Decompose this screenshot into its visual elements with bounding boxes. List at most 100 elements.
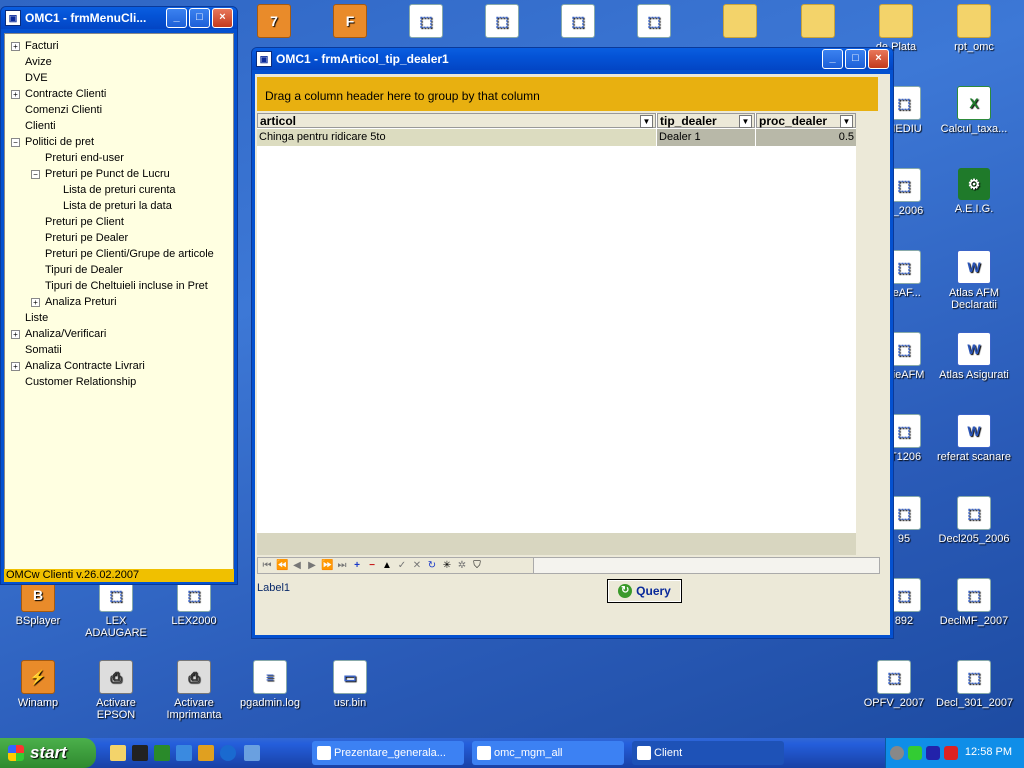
tree-item[interactable]: Tipuri de Dealer <box>45 262 123 278</box>
next-page-icon[interactable]: ⏩ <box>321 560 333 571</box>
horizontal-scrollbar[interactable] <box>533 557 880 574</box>
desktop-icon[interactable]: ⎙ Activare Imprimanta <box>156 660 232 721</box>
cmd-quicklaunch-icon[interactable] <box>132 745 148 761</box>
desktop-icon[interactable]: rpt_omc <box>936 4 1012 53</box>
close-button[interactable]: × <box>212 8 233 28</box>
taskbar-item[interactable]: omc_mgm_all <box>472 741 624 765</box>
menu-window-titlebar[interactable]: ▣ OMC1 - frmMenuCli... _ □ × <box>1 7 237 29</box>
expand-icon[interactable]: + <box>31 298 40 307</box>
tray-icon[interactable] <box>908 746 922 760</box>
cell-articol[interactable]: Chinga pentru ridicare 5to <box>257 129 656 146</box>
prev-record-icon[interactable]: ◀ <box>291 560 303 571</box>
goto-bookmark-icon[interactable]: ✲ <box>456 560 468 571</box>
tree-item[interactable]: Lista de preturi la data <box>63 198 172 214</box>
minimize-button[interactable]: _ <box>822 49 843 69</box>
tree-item[interactable]: Preturi end-user <box>45 150 124 166</box>
desktop-icon[interactable]: ⚡ Winamp <box>0 660 76 709</box>
tree-item[interactable]: Analiza Contracte Livrari <box>25 358 145 374</box>
close-button[interactable]: × <box>868 49 889 69</box>
desktop-icon[interactable]: ⬚ <box>464 4 540 41</box>
tree-item[interactable]: Lista de preturi curenta <box>63 182 176 198</box>
desktop-icon[interactable]: ⬚ OPFV_2007 <box>856 660 932 709</box>
bookmark-icon[interactable]: ✳ <box>441 560 453 571</box>
refresh-icon[interactable]: ↻ <box>426 560 438 571</box>
collapse-icon[interactable]: − <box>11 138 20 147</box>
collapse-icon[interactable]: − <box>31 170 40 179</box>
desktop-icon[interactable]: ≡ pgadmin.log <box>232 660 308 709</box>
ie-quicklaunch-icon[interactable] <box>220 745 236 761</box>
tree-item[interactable]: Politici de pret <box>25 134 94 150</box>
edit-icon[interactable]: ▲ <box>381 560 393 571</box>
media-tray-icon[interactable] <box>926 746 940 760</box>
desktop-icon[interactable]: ⬚ <box>616 4 692 41</box>
desktop-icon[interactable]: ⚙ A.E.I.G. <box>936 168 1012 215</box>
prev-page-icon[interactable]: ⏪ <box>276 560 288 571</box>
taskbar-item[interactable]: Prezentare_generala... <box>312 741 464 765</box>
column-header-proc-dealer[interactable]: proc_dealer ▼ <box>756 113 856 128</box>
desktop-icon[interactable]: ⬚ <box>540 4 616 41</box>
cancel-icon[interactable]: ✕ <box>411 560 423 571</box>
desktop-icon[interactable]: de Plata <box>858 4 934 53</box>
desktop-icon[interactable]: ⬚ <box>388 4 464 41</box>
tree-item[interactable]: Preturi pe Dealer <box>45 230 128 246</box>
minimize-button[interactable]: _ <box>166 8 187 28</box>
data-grid[interactable]: articol ▼ tip_dealer ▼ proc_dealer ▼ Chi… <box>257 113 856 533</box>
cell-tip-dealer[interactable]: Dealer 1 <box>657 129 755 146</box>
tree-item[interactable]: Preturi pe Client <box>45 214 124 230</box>
column-header-articol[interactable]: articol ▼ <box>257 113 656 128</box>
next-record-icon[interactable]: ▶ <box>306 560 318 571</box>
post-icon[interactable]: ✓ <box>396 560 408 571</box>
desktop-icon[interactable]: ⬚ LEX ADAUGARE <box>78 578 154 639</box>
expand-icon[interactable]: + <box>11 90 20 99</box>
tree-item[interactable]: Facturi <box>25 38 59 54</box>
maximize-button[interactable]: □ <box>189 8 210 28</box>
desktop-icon[interactable]: Wreferat scanare <box>936 414 1012 463</box>
maximize-button[interactable]: □ <box>845 49 866 69</box>
tree-item[interactable]: Customer Relationship <box>25 374 136 390</box>
column-header-tip-dealer[interactable]: tip_dealer ▼ <box>657 113 755 128</box>
app-quicklaunch-icon[interactable] <box>154 745 170 761</box>
tree-item[interactable]: Somatii <box>25 342 62 358</box>
filter-icon[interactable]: ⛉ <box>471 560 483 571</box>
antivirus-tray-icon[interactable] <box>944 746 958 760</box>
last-page-icon[interactable]: ⏭ <box>336 560 348 571</box>
tree-item[interactable]: Avize <box>25 54 52 70</box>
desktop-icon[interactable]: ⬚ DeclMF_2007 <box>936 578 1012 627</box>
insert-icon[interactable]: + <box>351 560 363 571</box>
first-page-icon[interactable]: ⏮ <box>261 560 273 571</box>
filter-dropdown-icon[interactable]: ▼ <box>840 115 853 128</box>
desktop-icon[interactable]: X Calcul_taxa... <box>936 86 1012 135</box>
filter-dropdown-icon[interactable]: ▼ <box>640 115 653 128</box>
desktop-icon[interactable] <box>702 4 778 41</box>
taskbar-item[interactable]: Client <box>632 741 784 765</box>
app-quicklaunch-icon[interactable] <box>176 745 192 761</box>
app-quicklaunch-icon[interactable] <box>198 745 214 761</box>
tree-item[interactable]: Preturi pe Clienti/Grupe de articole <box>45 246 214 262</box>
desktop-icon[interactable]: ⬚ Decl205_2006 <box>936 496 1012 545</box>
expand-icon[interactable]: + <box>11 42 20 51</box>
expand-icon[interactable]: + <box>11 330 20 339</box>
tree-item[interactable]: Analiza Preturi <box>45 294 117 310</box>
folder-quicklaunch-icon[interactable] <box>110 745 126 761</box>
desktop-icon[interactable]: ⬚ LEX2000 <box>156 578 232 627</box>
tree-item[interactable]: Analiza/Verificari <box>25 326 106 342</box>
app-quicklaunch-icon[interactable] <box>244 745 260 761</box>
desktop-icon[interactable]: ⬚ Decl_301_2007 <box>936 660 1013 709</box>
query-button[interactable]: ↻ Query <box>607 579 682 603</box>
desktop-icon[interactable]: ▭ usr.bin <box>312 660 388 709</box>
tree-item[interactable]: Clienti <box>25 118 56 134</box>
tree-item[interactable]: Tipuri de Cheltuieli incluse in Pret <box>45 278 208 294</box>
tree-item[interactable]: Comenzi Clienti <box>25 102 102 118</box>
tree-item[interactable]: Preturi pe Punct de Lucru <box>45 166 170 182</box>
delete-icon[interactable]: − <box>366 560 378 571</box>
desktop-icon[interactable]: W Atlas Asigurati <box>936 332 1012 381</box>
tray-icon[interactable] <box>890 746 904 760</box>
tree-item[interactable]: Liste <box>25 310 48 326</box>
expand-icon[interactable]: + <box>11 362 20 371</box>
start-button[interactable]: start <box>0 738 96 768</box>
desktop-icon[interactable]: ⎙ Activare EPSON <box>78 660 154 721</box>
desktop-icon[interactable]: F <box>312 4 388 41</box>
desktop-icon[interactable]: W Atlas AFM Declaratii <box>936 250 1012 311</box>
tree-item[interactable]: DVE <box>25 70 48 86</box>
group-by-panel[interactable]: Drag a column header here to group by th… <box>257 77 878 111</box>
